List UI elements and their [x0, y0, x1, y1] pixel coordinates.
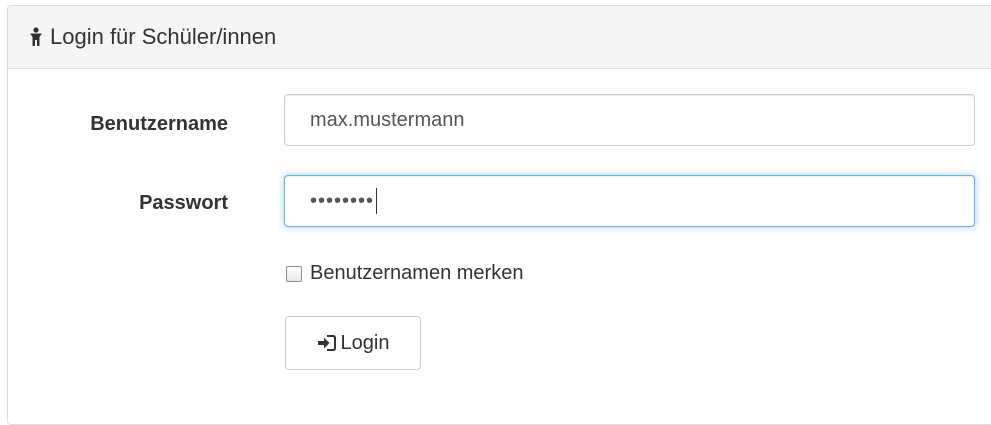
- password-label: Passwort: [139, 192, 228, 214]
- login-label: Login: [340, 331, 390, 354]
- password-input[interactable]: ••••••••: [284, 175, 975, 227]
- username-value: max.mustermann: [310, 108, 465, 131]
- remember-label[interactable]: Benutzernamen merken: [310, 262, 523, 285]
- username-label: Benutzername: [90, 113, 228, 135]
- panel-heading: Login für Schüler/innen: [8, 6, 991, 69]
- login-button[interactable]: Login: [285, 316, 421, 370]
- password-value: ••••••••: [310, 189, 375, 212]
- user-icon: [28, 27, 44, 47]
- username-input[interactable]: max.mustermann: [284, 94, 975, 146]
- text-caret: [376, 188, 378, 214]
- sign-in-icon: [317, 334, 337, 352]
- remember-row[interactable]: Benutzernamen merken: [286, 262, 523, 285]
- remember-checkbox[interactable]: [286, 265, 302, 282]
- panel-title: Login für Schüler/innen: [50, 24, 277, 49]
- login-panel: Login für Schüler/innen Benutzername max…: [7, 5, 991, 425]
